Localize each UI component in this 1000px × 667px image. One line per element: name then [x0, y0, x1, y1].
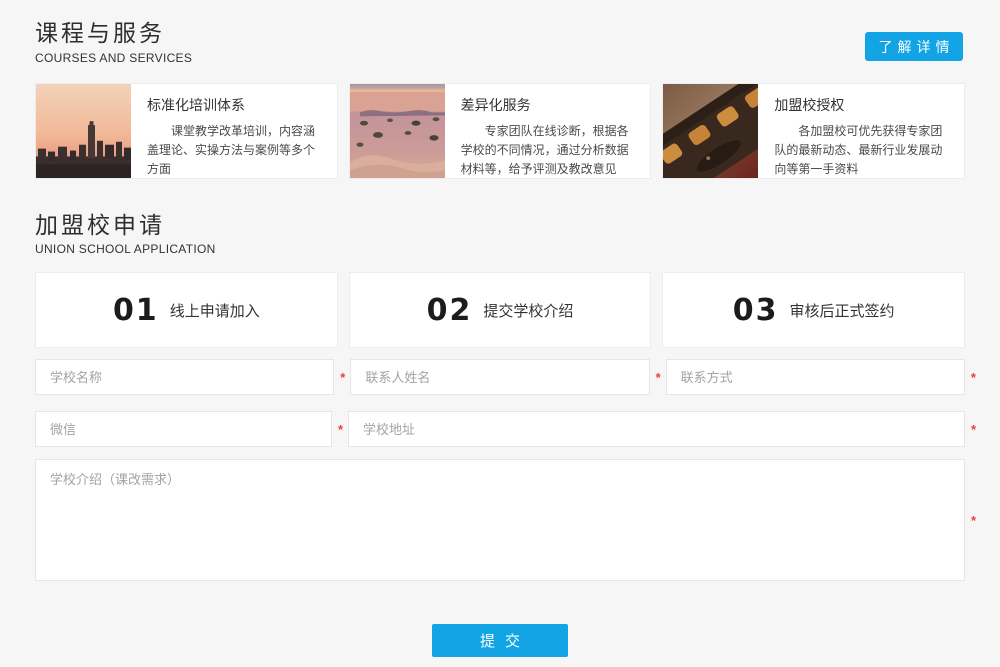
courses-section-subtitle: COURSES AND SERVICES	[35, 51, 965, 65]
form-row-1: * * *	[35, 359, 965, 395]
form-row-3: *	[35, 459, 965, 586]
required-marker: *	[971, 422, 976, 437]
school-address-input[interactable]	[348, 411, 965, 447]
service-card-text: 加盟校授权 各加盟校可优先获得专家团队的最新动态、最新行业发展动向等第一手资料	[758, 84, 964, 178]
step-card-1: 01 线上申请加入	[35, 272, 338, 348]
service-cards: 标准化培训体系 课堂教学改革培训，内容涵盖理论、实操方法与案例等多个方面	[35, 83, 965, 179]
wechat-input[interactable]	[35, 411, 332, 447]
form-row-2: * *	[35, 411, 965, 447]
courses-section-title: 课程与服务	[35, 20, 965, 48]
school-name-input[interactable]	[35, 359, 334, 395]
school-name-field-wrap: *	[35, 359, 334, 395]
page: 课程与服务 COURSES AND SERVICES 了解详情	[0, 0, 1000, 667]
service-card-title: 标准化培训体系	[147, 95, 323, 115]
required-marker: *	[971, 370, 976, 385]
service-card-title: 差异化服务	[461, 95, 637, 115]
school-address-field-wrap: *	[348, 411, 965, 447]
service-card-text: 标准化培训体系 课堂教学改革培训，内容涵盖理论、实操方法与案例等多个方面	[131, 84, 337, 178]
contact-name-input[interactable]	[350, 359, 649, 395]
step-number: 02	[427, 293, 473, 328]
required-marker: *	[340, 370, 345, 385]
application-section: 加盟校申请 UNION SCHOOL APPLICATION 01 线上申请加入…	[35, 212, 965, 658]
contact-name-field-wrap: *	[350, 359, 649, 395]
service-card-body: 各加盟校可优先获得专家团队的最新动态、最新行业发展动向等第一手资料	[774, 122, 950, 179]
service-card-standard-training: 标准化培训体系 课堂教学改革培训，内容涵盖理论、实操方法与案例等多个方面	[35, 83, 338, 179]
required-marker: *	[971, 513, 976, 528]
service-card-union-authorization: 加盟校授权 各加盟校可优先获得专家团队的最新动态、最新行业发展动向等第一手资料	[662, 83, 965, 179]
submit-row: 提交	[35, 624, 965, 657]
required-marker: *	[338, 422, 343, 437]
submit-button[interactable]: 提交	[432, 624, 568, 657]
school-intro-field-wrap: *	[35, 459, 965, 586]
service-card-body: 专家团队在线诊断，根据各学校的不同情况，通过分析数据材料等，给予评测及教改意见	[461, 122, 637, 179]
application-steps: 01 线上申请加入 02 提交学校介绍 03 审核后正式签约	[35, 272, 965, 348]
step-label: 提交学校介绍	[483, 300, 573, 321]
wechat-field-wrap: *	[35, 411, 332, 447]
service-card-text: 差异化服务 专家团队在线诊断，根据各学校的不同情况，通过分析数据材料等，给予评测…	[445, 84, 651, 178]
school-intro-textarea[interactable]	[35, 459, 965, 581]
step-number: 03	[733, 293, 779, 328]
contact-phone-input[interactable]	[666, 359, 965, 395]
required-marker: *	[656, 370, 661, 385]
application-form: * * * * *	[35, 359, 965, 657]
step-card-3: 03 审核后正式签约	[662, 272, 965, 348]
service-card-differentiated-service: 差异化服务 专家团队在线诊断，根据各学校的不同情况，通过分析数据材料等，给予评测…	[349, 83, 652, 179]
desert-dusk-image	[350, 84, 445, 178]
courses-section: 课程与服务 COURSES AND SERVICES 了解详情	[35, 20, 965, 179]
application-section-title: 加盟校申请	[35, 212, 965, 240]
step-card-2: 02 提交学校介绍	[349, 272, 652, 348]
step-label: 线上申请加入	[170, 300, 260, 321]
step-label: 审核后正式签约	[790, 300, 895, 321]
step-number: 01	[113, 293, 159, 328]
city-sunset-image	[36, 84, 131, 178]
application-section-subtitle: UNION SCHOOL APPLICATION	[35, 242, 965, 256]
film-strip-image	[663, 84, 758, 178]
service-card-body: 课堂教学改革培训，内容涵盖理论、实操方法与案例等多个方面	[147, 122, 323, 179]
application-section-header: 加盟校申请 UNION SCHOOL APPLICATION	[35, 212, 965, 257]
contact-phone-field-wrap: *	[666, 359, 965, 395]
learn-more-button[interactable]: 了解详情	[865, 32, 963, 61]
service-card-title: 加盟校授权	[774, 95, 950, 115]
courses-section-header: 课程与服务 COURSES AND SERVICES 了解详情	[35, 20, 965, 65]
